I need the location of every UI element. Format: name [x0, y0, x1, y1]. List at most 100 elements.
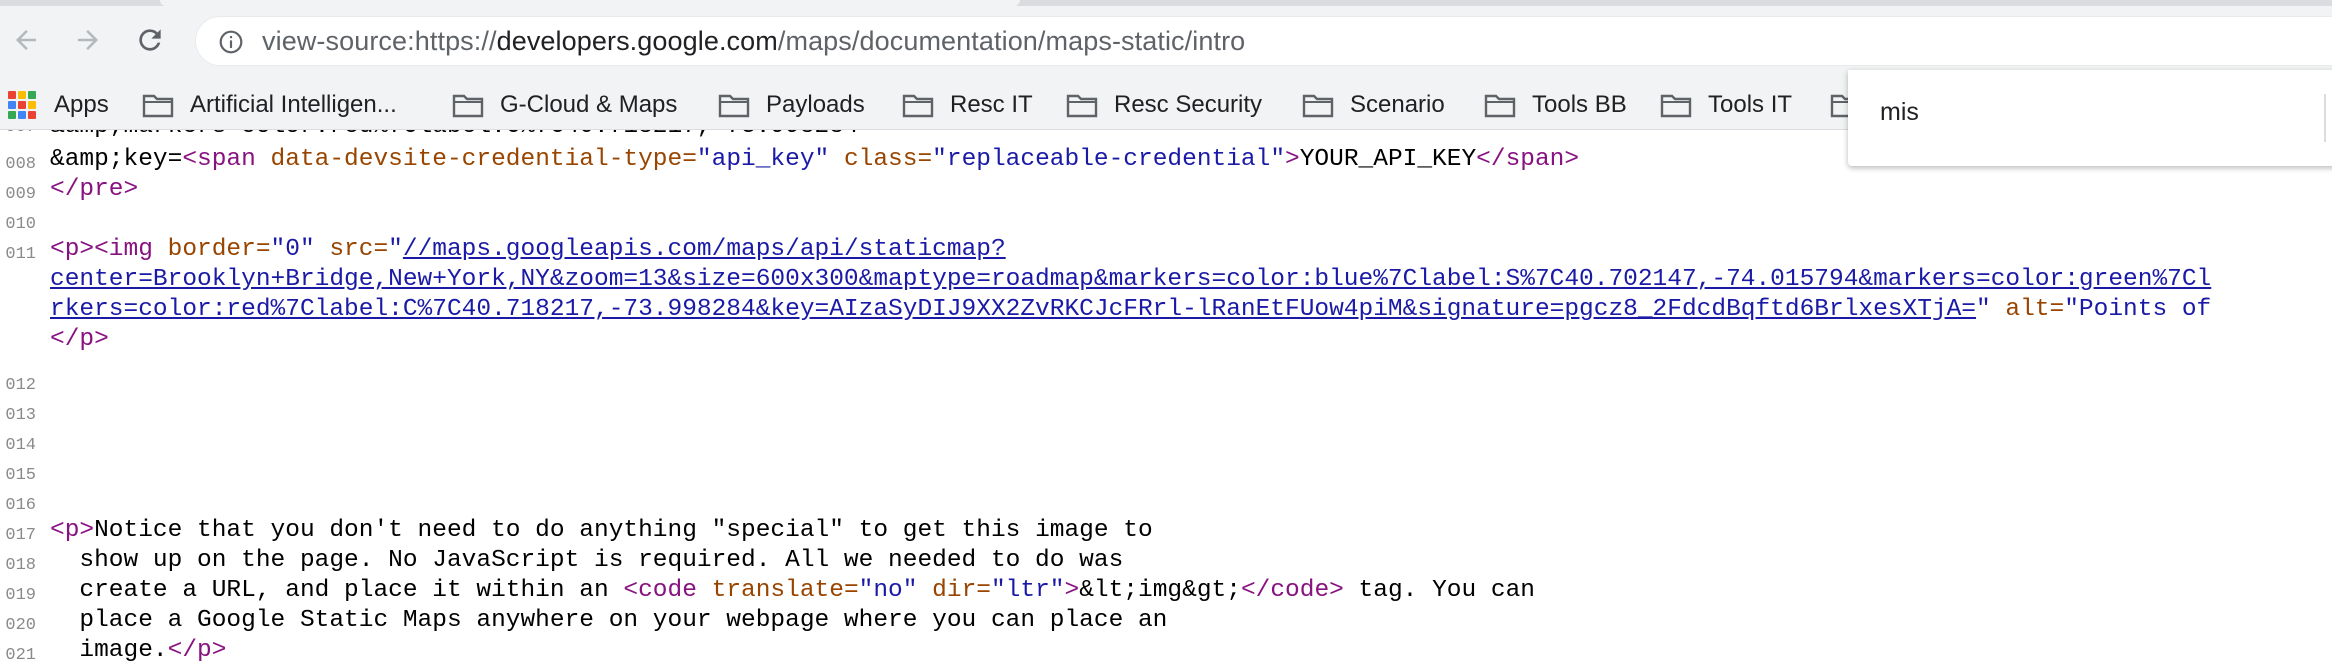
bookmark-label: Tools IT [1708, 91, 1793, 118]
source-link[interactable]: rkers=color:red%7Clabel:C%7C40.718217,-7… [50, 296, 1976, 323]
code-text: &amp;key= [50, 146, 183, 173]
find-input[interactable]: mis [1880, 98, 1919, 127]
code-line-017: <p>Notice that you don't need to do anyt… [50, 516, 1153, 546]
code-tag: </span> [1476, 146, 1580, 173]
code-line-007: &amp;markers=color:red%7Clabel:C%7C40.71… [50, 130, 859, 142]
url-host: developers.google.com [496, 26, 778, 56]
folder-icon [1302, 94, 1334, 118]
code-line-020: place a Google Static Maps anywhere on y… [50, 607, 1168, 634]
back-button[interactable] [0, 14, 52, 66]
line-number: 011 [5, 245, 36, 264]
bookmark-folder-scenario[interactable]: Scenario [1302, 88, 1445, 122]
info-icon[interactable] [218, 29, 244, 55]
code-text: tag. You can [1343, 577, 1535, 604]
folder-icon [718, 94, 750, 118]
code-line-011-wrap-1: center=Brooklyn+Bridge,New+York,NY&zoom=… [50, 265, 2211, 295]
line-number: 007 [0, 130, 36, 137]
code-line-009: </pre> [50, 176, 139, 203]
bookmark-label: Payloads [766, 91, 865, 118]
folder-icon [902, 94, 934, 118]
bookmark-folder-payloads[interactable]: Payloads [718, 88, 865, 122]
bookmark-folder-ai[interactable]: Artificial Intelligen... [142, 88, 397, 122]
code-tag: > [1285, 146, 1300, 173]
bookmark-apps[interactable]: Apps [8, 88, 109, 122]
folder-icon [1484, 94, 1516, 118]
line-number: 012 [5, 376, 36, 395]
code-text: create a URL, and place it within an [50, 577, 624, 604]
folder-icon [452, 94, 484, 118]
browser-toolbar: view-source:https://developers.google.co… [0, 0, 2332, 80]
code-text: Notice that you don't need to do anythin… [94, 517, 1153, 544]
code-value: " [1976, 296, 1991, 323]
line-number: 013 [5, 406, 36, 425]
code-text: image. [50, 637, 168, 664]
source-link[interactable]: center=Brooklyn+Bridge,New+York,NY&zoom=… [50, 266, 2211, 293]
arrow-left-icon [16, 30, 36, 50]
bookmark-label: Artificial Intelligen... [190, 91, 397, 118]
forward-button[interactable] [62, 14, 114, 66]
source-link[interactable]: //maps.googleapis.com/maps/api/staticmap… [403, 236, 1006, 263]
bookmark-label: Resc Security [1114, 91, 1263, 118]
apps-grid-icon [8, 91, 36, 119]
code-line-011-wrap-2: rkers=color:red%7Clabel:C%7C40.718217,-7… [50, 295, 2211, 325]
bookmark-label: Tools BB [1532, 91, 1627, 118]
code-tag: <p> [50, 517, 95, 544]
code-line-019: create a URL, and place it within an <co… [50, 576, 1535, 606]
code-value: "Points of [2064, 296, 2212, 323]
line-number: 020 [5, 616, 36, 635]
line-number: 016 [5, 496, 36, 515]
code-value: "no" [858, 577, 918, 604]
reload-button[interactable] [124, 14, 176, 66]
code-attr: class= [829, 146, 933, 173]
code-tag: <span [182, 146, 271, 173]
code-value: "ltr" [990, 577, 1065, 604]
code-line-011-close: </p> [50, 326, 109, 353]
code-value: " [388, 236, 403, 263]
reload-icon [139, 29, 161, 51]
bookmark-folder-resc-security[interactable]: Resc Security [1066, 88, 1262, 122]
line-number: 008 [5, 155, 36, 174]
code-tag: <p><img [50, 236, 168, 263]
line-number: 017 [5, 526, 36, 545]
bookmark-label: G-Cloud & Maps [500, 91, 678, 118]
line-number: 018 [5, 556, 36, 575]
line-number: 014 [5, 436, 36, 455]
folder-icon [1660, 94, 1692, 118]
code-tag: <code [623, 577, 712, 604]
code-attr: data-devsite-credential-type= [270, 146, 697, 173]
line-number: 009 [5, 185, 36, 204]
folder-icon [142, 94, 174, 118]
bookmark-folder-tools-it[interactable]: Tools IT [1660, 88, 1792, 122]
url-text[interactable]: view-source:https://developers.google.co… [262, 26, 1245, 57]
code-line-018: show up on the page. No JavaScript is re… [50, 547, 1124, 574]
code-text: YOUR_API_KEY [1299, 146, 1477, 173]
code-value: "api_key" [696, 146, 830, 173]
arrow-right-icon [78, 30, 98, 50]
bookmark-label: Resc IT [950, 91, 1033, 118]
code-attr: border= [167, 236, 271, 263]
address-bar[interactable]: view-source:https://developers.google.co… [195, 16, 2332, 66]
code-line-021: image.</p> [50, 636, 226, 666]
code-line-008: &amp;key=<span data-devsite-credential-t… [50, 145, 1579, 175]
active-tab-edge[interactable] [160, 0, 1020, 6]
view-source-content: 007 &amp;markers=color:red%7Clabel:C%7C4… [0, 130, 2332, 668]
code-value: "0" [270, 236, 315, 263]
code-attr: dir= [917, 577, 991, 604]
tab-strip [0, 0, 2332, 6]
url-path: /maps/documentation/maps-static/intro [777, 26, 1246, 56]
find-bar: mis [1848, 70, 2332, 166]
folder-icon [1066, 94, 1098, 118]
code-tag: </code> [1240, 577, 1344, 604]
code-attr: translate= [711, 577, 859, 604]
bookmark-folder-gcloud[interactable]: G-Cloud & Maps [452, 88, 677, 122]
url-prefix: view-source:https:// [262, 26, 497, 56]
code-attr: alt= [1990, 296, 2065, 323]
find-divider [2324, 94, 2326, 142]
code-tag: > [1064, 577, 1080, 604]
line-number: 010 [5, 215, 36, 234]
bookmark-folder-tools-bb[interactable]: Tools BB [1484, 88, 1627, 122]
bookmark-label: Scenario [1350, 91, 1445, 118]
code-line-011: <p><img border="0" src="//maps.googleapi… [50, 235, 1006, 265]
line-number: 021 [5, 646, 36, 665]
bookmark-folder-resc-it[interactable]: Resc IT [902, 88, 1033, 122]
